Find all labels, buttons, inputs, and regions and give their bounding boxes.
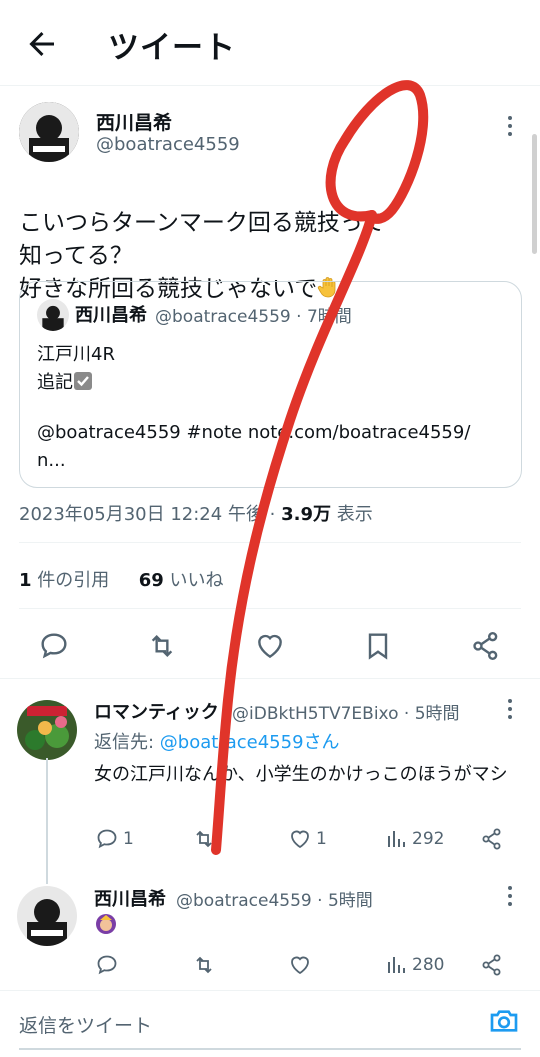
reply-meta: @boatrace4559 · 5時間 xyxy=(176,891,373,911)
quoted-tweet[interactable]: 西川昌希 @boatrace4559 · 7時間 江戸川4R 追記 @boatra… xyxy=(19,281,522,488)
view-count: 292 xyxy=(412,829,445,849)
retweet-icon[interactable] xyxy=(192,827,216,851)
quoted-text: 江戸川4R 追記 xyxy=(37,341,507,397)
views-icon[interactable] xyxy=(385,953,409,977)
page-title: ツイート xyxy=(108,30,236,66)
reply-input[interactable]: 返信をツイート xyxy=(19,1011,152,1038)
share-icon[interactable] xyxy=(470,630,502,662)
author-handle[interactable]: @boatrace4559 xyxy=(96,134,240,155)
camera-icon[interactable] xyxy=(488,1005,520,1037)
reply-to: 返信先: @boatrace4559さん xyxy=(94,728,340,754)
quoted-author-name: 西川昌希 xyxy=(75,305,147,326)
likes-label[interactable]: いいね xyxy=(164,570,224,591)
reply-text: 女の江戸川なんか、小学生のかけっこのほうがマシ xyxy=(94,764,508,785)
likes-count[interactable]: 69 xyxy=(139,570,164,591)
reply-count: 1 xyxy=(123,829,134,849)
quotes-count[interactable]: 1 xyxy=(19,570,32,591)
avatar-image xyxy=(19,102,79,162)
avatar[interactable] xyxy=(19,102,79,162)
reply-meta: @iDBktH5TV7EBixo · 5時間 xyxy=(232,704,460,724)
quoted-line-2: 追記 xyxy=(37,369,507,397)
bookmark-icon[interactable] xyxy=(362,630,394,662)
more-icon[interactable] xyxy=(498,884,522,908)
share-icon[interactable] xyxy=(480,827,504,851)
quotes-label[interactable]: 件の引用 xyxy=(32,570,109,591)
thread-line xyxy=(46,758,48,884)
timestamp-text: 2023年05月30日 12:24 午後 · xyxy=(19,504,282,525)
quoted-link-text[interactable]: @boatrace4559 #note note.com/boatrace455… xyxy=(37,419,507,475)
tweet-timestamp: 2023年05月30日 12:24 午後 · 3.9万 表示 xyxy=(19,500,373,526)
facepalm-emoji-icon xyxy=(96,914,116,934)
scrollbar[interactable] xyxy=(532,134,537,254)
more-icon[interactable] xyxy=(498,697,522,721)
quoted-avatar xyxy=(37,299,69,331)
views-icon[interactable] xyxy=(385,827,409,851)
divider xyxy=(19,542,521,543)
quoted-line-2-text: 追記 xyxy=(37,372,73,393)
reply-icon[interactable] xyxy=(95,827,119,851)
reply-compose-bar: 返信をツイート xyxy=(0,990,540,1057)
reply-icon[interactable] xyxy=(95,953,119,977)
reply-author-name[interactable]: ロマンティック xyxy=(94,698,219,724)
checkbox-emoji-icon xyxy=(74,372,92,390)
more-icon[interactable] xyxy=(498,114,522,138)
quoted-meta: @boatrace4559 · 7時間 xyxy=(155,307,352,327)
reply-author-name[interactable]: 西川昌希 xyxy=(94,885,166,911)
like-icon[interactable] xyxy=(254,630,286,662)
quoted-line-1: 江戸川4R xyxy=(37,344,115,365)
reply-to-label: 返信先: xyxy=(94,732,160,753)
author-name[interactable]: 西川昌希 xyxy=(96,108,172,135)
view-count: 280 xyxy=(412,955,445,975)
reply-avatar-image xyxy=(17,886,77,946)
reply-avatar[interactable] xyxy=(17,700,77,760)
reply-to-handle[interactable]: @boatrace4559さん xyxy=(160,732,340,753)
share-icon[interactable] xyxy=(480,953,504,977)
divider xyxy=(0,678,540,679)
views-label: 表示 xyxy=(331,504,373,525)
reply-avatar[interactable] xyxy=(17,886,77,946)
like-count: 1 xyxy=(316,829,327,849)
retweet-icon[interactable] xyxy=(146,630,178,662)
back-arrow-icon[interactable] xyxy=(24,26,60,62)
top-bar: ツイート xyxy=(0,0,540,86)
reply-icon[interactable] xyxy=(38,630,70,662)
like-icon[interactable] xyxy=(288,953,312,977)
retweet-icon[interactable] xyxy=(192,953,216,977)
views-count[interactable]: 3.9万 xyxy=(281,504,331,525)
compose-underline xyxy=(19,1048,521,1050)
engagement-stats: 1 件の引用 69 いいね xyxy=(19,566,224,592)
divider xyxy=(19,608,521,609)
reply-avatar-image xyxy=(17,700,77,760)
like-icon[interactable] xyxy=(288,827,312,851)
